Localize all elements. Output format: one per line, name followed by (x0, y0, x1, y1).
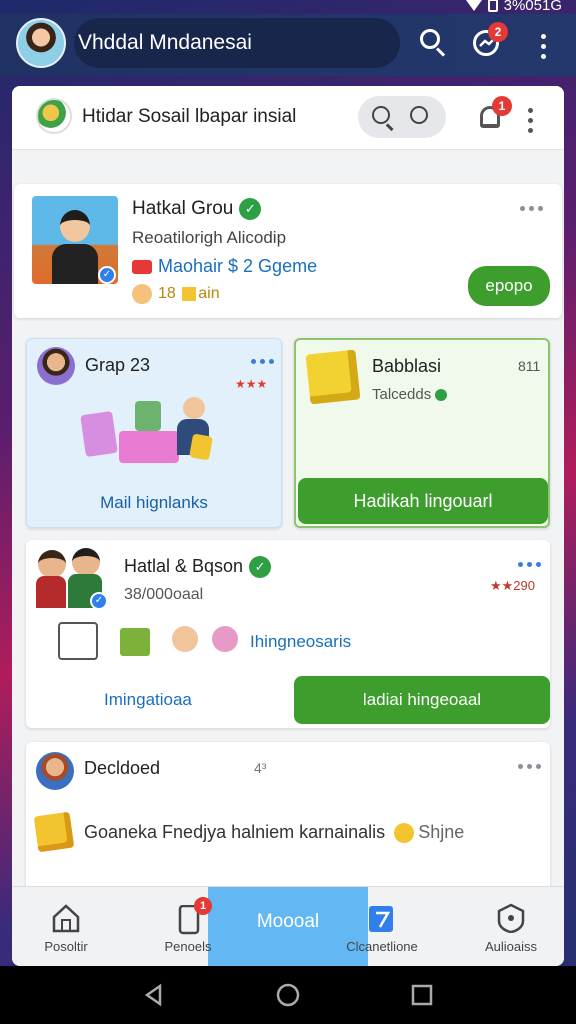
group-avatar (37, 347, 75, 385)
card-link[interactable]: Maohair $ 2 Ggeme (132, 256, 317, 277)
status-text: 3%051G (503, 0, 562, 14)
card-more-icon[interactable] (518, 562, 541, 567)
box-icon (305, 349, 361, 405)
card-title: Hatkal Grou ✓ (132, 198, 262, 220)
gift-icon (120, 628, 150, 656)
search-icon[interactable] (418, 28, 448, 58)
status-bar: 3%051G (0, 0, 576, 14)
card-more-icon[interactable] (251, 359, 274, 364)
back-icon[interactable] (142, 983, 166, 1007)
recents-icon[interactable] (410, 983, 434, 1007)
notification-badge: 2 (488, 22, 508, 42)
main-panel: Htidar Sosail lbapar insial 1 ✓ Hatkal G… (12, 86, 564, 966)
emoji-icon (394, 823, 415, 844)
join-button[interactable]: ladiai hingeoaal (294, 676, 550, 724)
group-card[interactable]: ✓ Hatkal Grou ✓ Reoatilorigh Alicodip Mao… (14, 184, 562, 318)
nav-item-phone[interactable]: 1 Penoels (148, 887, 228, 966)
card-title: Babblasi (372, 356, 442, 376)
phone-badge: 1 (194, 897, 212, 915)
person-icon (212, 626, 238, 652)
card-count: 811 (518, 358, 541, 374)
app-header: Vhddal Mndanesai 2 (0, 14, 576, 76)
youtube-icon (132, 260, 152, 275)
join-button[interactable]: Hadikah lingouarl (298, 478, 548, 524)
group-card-4[interactable]: ✓ Hatlal & Bqson ✓ 38/000oaal ★★290 Ihing… (26, 540, 550, 728)
join-button[interactable]: epopo (468, 266, 550, 306)
battery-icon (487, 0, 498, 12)
card-subtitle: Reoatilorigh Alicodip (132, 228, 287, 247)
tags-text[interactable]: Ihingneosaris (250, 632, 351, 652)
profile-avatar[interactable] (16, 18, 66, 68)
card-more-icon[interactable] (520, 206, 543, 211)
verified-icon: ✓ (90, 592, 108, 610)
nav-item-home[interactable]: Posoltir (26, 887, 106, 966)
face-icon (132, 284, 152, 304)
card-status: Talcedds (372, 386, 448, 403)
gift-icon (182, 287, 197, 301)
chat-search-icon[interactable] (410, 106, 428, 124)
bottom-nav: Moooal Posoltir 1 Penoels Clcanetlione A… (12, 886, 564, 966)
nav-item-tablet[interactable]: Clcanetlione (332, 887, 432, 966)
rating: ★★290 (490, 578, 535, 593)
card-title: Hatlal & Bqson ✓ (124, 556, 272, 579)
post-card[interactable]: Decldoed 4³ Goaneka Fnedjya halniem karn… (26, 742, 550, 892)
rating-stars: ★★★ (235, 377, 268, 391)
verified-icon: ✓ (98, 266, 116, 284)
home-button-icon[interactable] (275, 982, 301, 1008)
app-title: Vhddal Mndanesai (78, 31, 252, 54)
title-pill[interactable]: Vhddal Mndanesai (74, 18, 400, 68)
box-icon (33, 811, 75, 853)
card-subtitle: 38/000oaal (124, 586, 204, 603)
check-icon: ✓ (249, 556, 272, 579)
bell-badge: 1 (492, 96, 512, 116)
post-title: Decldoed (84, 758, 161, 778)
group-logo-icon (36, 98, 72, 134)
wifi-icon (465, 0, 482, 11)
search-pill[interactable] (358, 96, 446, 138)
card-link[interactable]: Mail hignlanks (27, 493, 281, 513)
card-title: Grap 23 (85, 355, 151, 375)
post-time: 4³ (254, 760, 267, 776)
check-icon: ✓ (239, 198, 262, 220)
system-nav-bar (0, 966, 576, 1024)
card-meta: 18 ain (132, 284, 220, 304)
search-icon[interactable] (372, 106, 390, 124)
post-avatar (36, 752, 74, 790)
card-link[interactable]: Imingatioaa (104, 690, 192, 710)
sub-header: Htidar Sosail lbapar insial 1 (12, 86, 564, 150)
group-card-3[interactable]: Babblasi 811 Talcedds Hadikah lingouarl (294, 338, 550, 528)
tablet-icon (369, 906, 393, 932)
nav-item-shield[interactable]: Aulioaiss (468, 887, 554, 966)
more-menu-icon[interactable] (541, 34, 546, 59)
home-icon (52, 904, 80, 933)
messenger-icon[interactable]: 2 (472, 22, 508, 58)
status-icons: 3%051G (465, 0, 562, 14)
shield-icon (497, 903, 525, 933)
post-more-icon[interactable] (518, 764, 541, 769)
diagram-icon[interactable] (58, 622, 98, 660)
more-options-icon[interactable] (528, 108, 533, 133)
post-body: Goaneka Fnedjya halniem karnainalis Shjn… (84, 822, 465, 844)
group-card-2[interactable]: Grap 23 ★★★ Mail hignlanks (26, 338, 282, 528)
person-icon (172, 626, 198, 652)
sub-header-title: Htidar Sosail lbapar insial (82, 106, 297, 127)
online-dot (435, 389, 448, 402)
